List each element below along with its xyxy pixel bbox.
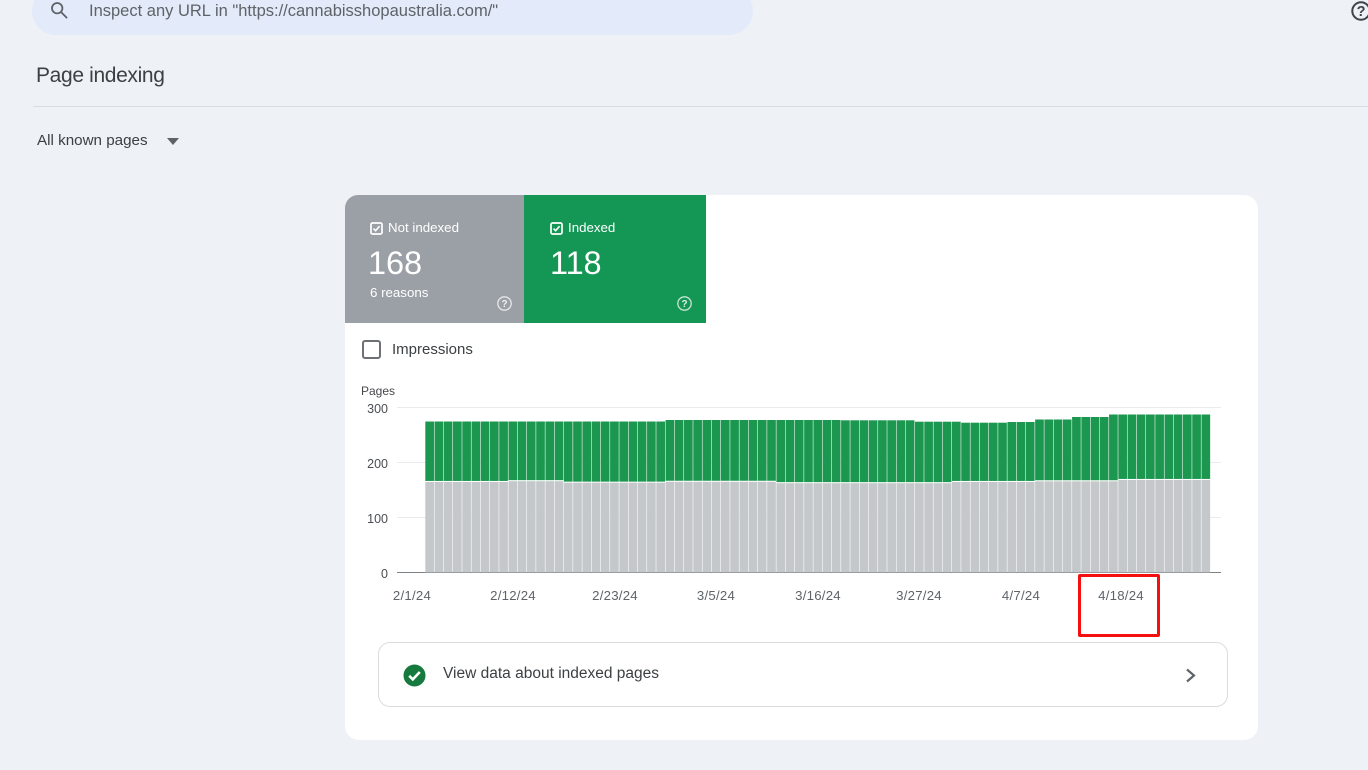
svg-text:?: ? — [681, 299, 687, 310]
svg-text:?: ? — [1357, 4, 1366, 20]
svg-text:?: ? — [501, 299, 507, 310]
